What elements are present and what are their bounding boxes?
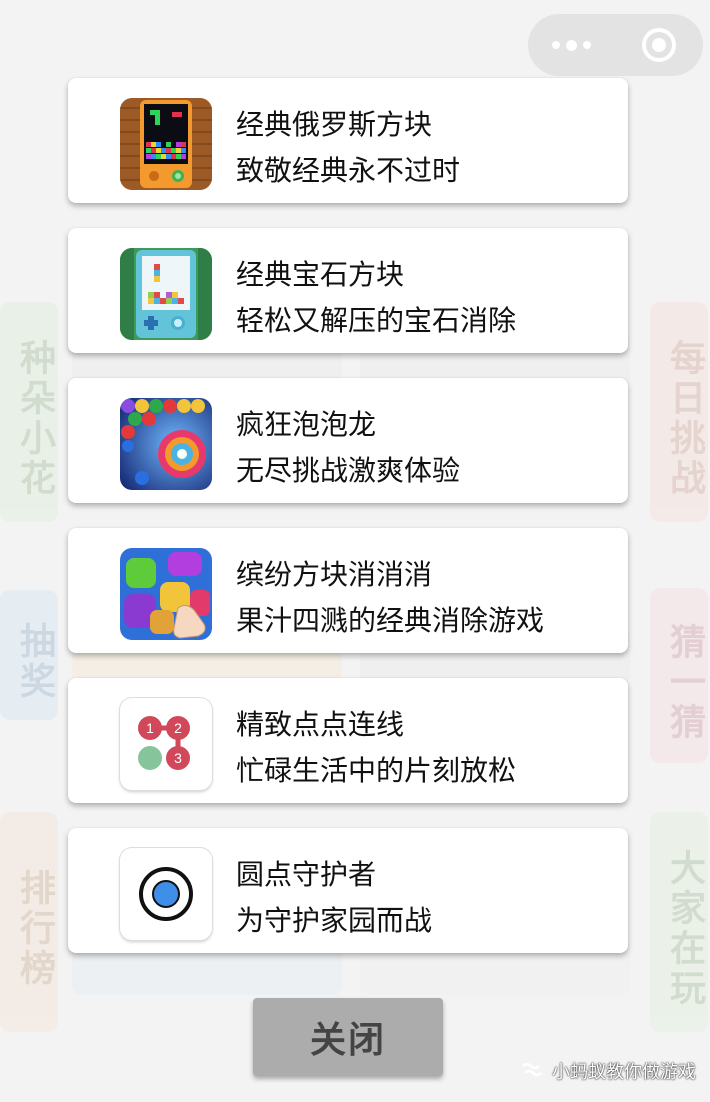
capsule-target-icon[interactable] bbox=[615, 14, 702, 76]
wechat-channel-icon bbox=[522, 1062, 542, 1077]
dot-guardian-icon bbox=[120, 848, 212, 940]
game-desc: 致敬经典永不过时 bbox=[236, 154, 461, 187]
game-card-bubble-shooter[interactable]: 疯狂泡泡龙 无尽挑战激爽体验 bbox=[68, 378, 628, 503]
bg-guess: 猜一猜 bbox=[650, 588, 708, 763]
bg-everyone-playing: 大家在玩 bbox=[650, 812, 708, 1032]
dot-number: 2 bbox=[174, 720, 182, 736]
watermark-text: 小蚂蚁教你做游戏 bbox=[552, 1062, 696, 1083]
game-title: 缤纷方块消消消 bbox=[236, 558, 433, 591]
game-card-gem-block[interactable]: 经典宝石方块 轻松又解压的宝石消除 bbox=[68, 228, 628, 353]
game-title: 圆点守护者 bbox=[236, 858, 377, 891]
dot-number: 3 bbox=[174, 750, 182, 766]
watermark: 小蚂蚁教你做游戏 bbox=[520, 1058, 696, 1084]
more-dots-icon[interactable] bbox=[528, 14, 615, 76]
game-desc: 果汁四溅的经典消除游戏 bbox=[236, 604, 545, 637]
bubble-shooter-icon bbox=[120, 398, 212, 490]
game-desc: 轻松又解压的宝石消除 bbox=[236, 304, 517, 337]
bg-plant-flower: 种朵小花 bbox=[0, 302, 58, 522]
game-card-text: 精致点点连线 忙碌生活中的片刻放松 bbox=[236, 702, 516, 794]
bg-daily-challenge: 每日挑战 bbox=[650, 302, 708, 522]
game-card-text: 缤纷方块消消消 果汁四溅的经典消除游戏 bbox=[236, 552, 544, 644]
dot-connect-icon: 1 2 3 bbox=[120, 698, 212, 790]
gem-block-icon bbox=[120, 248, 212, 340]
tetris-icon bbox=[120, 98, 212, 190]
game-card-tetris[interactable]: 经典俄罗斯方块 致敬经典永不过时 bbox=[68, 78, 628, 203]
close-button[interactable]: 关闭 bbox=[253, 998, 443, 1076]
game-desc: 无尽挑战激爽体验 bbox=[236, 454, 461, 487]
game-desc: 忙碌生活中的片刻放松 bbox=[236, 754, 517, 787]
game-card-text: 经典俄罗斯方块 致敬经典永不过时 bbox=[236, 102, 460, 194]
bg-lottery: 抽奖 bbox=[0, 590, 58, 720]
game-card-dot-connect[interactable]: 1 2 3 精致点点连线 忙碌生活中的片刻放松 bbox=[68, 678, 628, 803]
game-card-dot-guardian[interactable]: 圆点守护者 为守护家园而战 bbox=[68, 828, 628, 953]
game-title: 疯狂泡泡龙 bbox=[236, 408, 377, 441]
game-card-candy-match[interactable]: 缤纷方块消消消 果汁四溅的经典消除游戏 bbox=[68, 528, 628, 653]
bg-leaderboard: 排行榜 bbox=[0, 812, 58, 1032]
game-card-text: 经典宝石方块 轻松又解压的宝石消除 bbox=[236, 252, 516, 344]
game-title: 经典俄罗斯方块 bbox=[236, 108, 433, 141]
candy-match-icon bbox=[120, 548, 212, 640]
game-desc: 为守护家园而战 bbox=[236, 904, 433, 937]
game-title: 精致点点连线 bbox=[236, 708, 405, 741]
dot-number: 1 bbox=[146, 720, 154, 736]
capsule-menu bbox=[528, 14, 703, 76]
game-title: 经典宝石方块 bbox=[236, 258, 405, 291]
game-card-text: 疯狂泡泡龙 无尽挑战激爽体验 bbox=[236, 402, 460, 494]
game-card-text: 圆点守护者 为守护家园而战 bbox=[236, 852, 432, 944]
